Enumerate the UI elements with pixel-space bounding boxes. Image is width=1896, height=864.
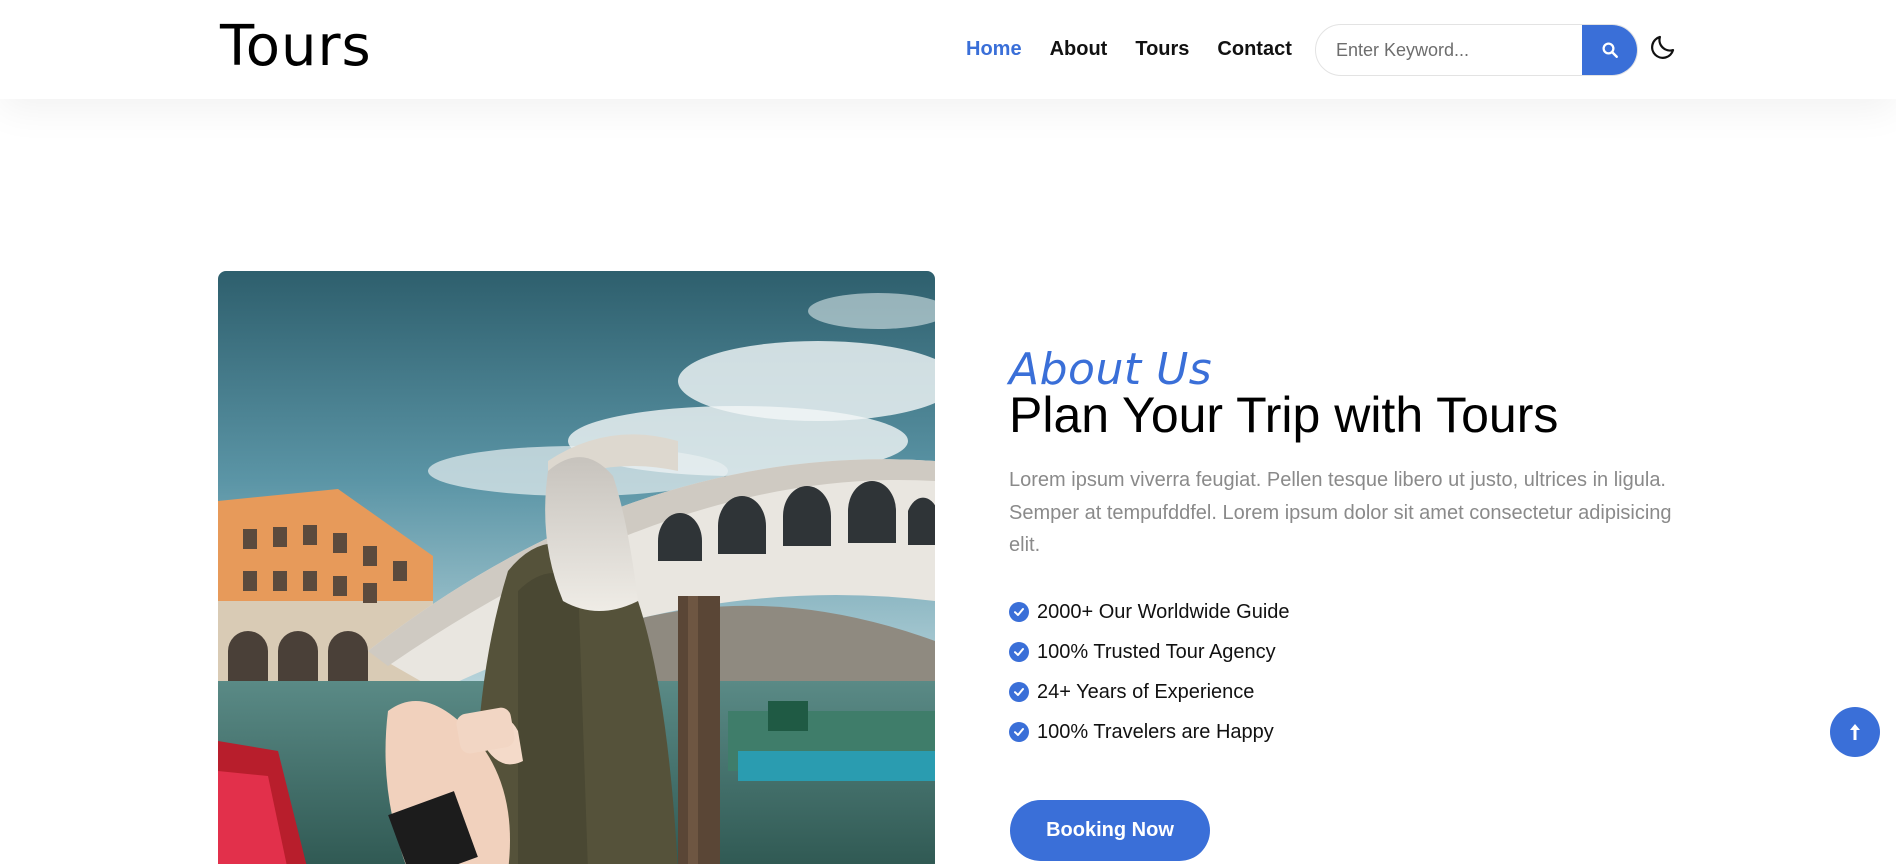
about-title: Plan Your Trip with Tours bbox=[1009, 387, 1559, 443]
check-circle-icon bbox=[1009, 682, 1029, 702]
site-header: Tours Home About Tours Contact bbox=[0, 0, 1896, 99]
search-box bbox=[1315, 24, 1638, 76]
check-circle-icon bbox=[1009, 602, 1029, 622]
nav-item-contact[interactable]: Contact bbox=[1217, 38, 1291, 61]
check-circle-icon bbox=[1009, 722, 1029, 742]
feature-list: 2000+ Our Worldwide Guide 100% Trusted T… bbox=[1009, 592, 1290, 752]
feature-item: 100% Trusted Tour Agency bbox=[1009, 632, 1290, 672]
booking-now-button[interactable]: Booking Now bbox=[1010, 800, 1210, 861]
moon-icon bbox=[1651, 35, 1675, 59]
arrow-up-icon bbox=[1850, 724, 1860, 740]
main-nav: Home About Tours Contact bbox=[966, 38, 1320, 61]
about-description: Lorem ipsum viverra feugiat. Pellen tesq… bbox=[1009, 469, 1672, 556]
search-input[interactable] bbox=[1316, 25, 1584, 75]
feature-item: 100% Travelers are Happy bbox=[1009, 712, 1290, 752]
theme-toggle-button[interactable] bbox=[1648, 32, 1678, 62]
scroll-to-top-button[interactable] bbox=[1830, 707, 1880, 757]
venice-travel-photo bbox=[218, 271, 935, 864]
nav-item-about[interactable]: About bbox=[1050, 38, 1108, 61]
feature-item: 24+ Years of Experience bbox=[1009, 672, 1290, 712]
feature-label: 2000+ Our Worldwide Guide bbox=[1037, 600, 1290, 623]
feature-label: 100% Travelers are Happy bbox=[1037, 720, 1274, 743]
nav-item-home[interactable]: Home bbox=[966, 38, 1022, 61]
feature-label: 24+ Years of Experience bbox=[1037, 680, 1255, 703]
site-logo[interactable]: Tours bbox=[220, 14, 372, 79]
feature-label: 100% Trusted Tour Agency bbox=[1037, 640, 1276, 663]
nav-item-tours[interactable]: Tours bbox=[1135, 38, 1189, 61]
search-button[interactable] bbox=[1582, 25, 1637, 75]
feature-item: 2000+ Our Worldwide Guide bbox=[1009, 592, 1290, 632]
search-icon bbox=[1602, 42, 1618, 58]
check-circle-icon bbox=[1009, 642, 1029, 662]
